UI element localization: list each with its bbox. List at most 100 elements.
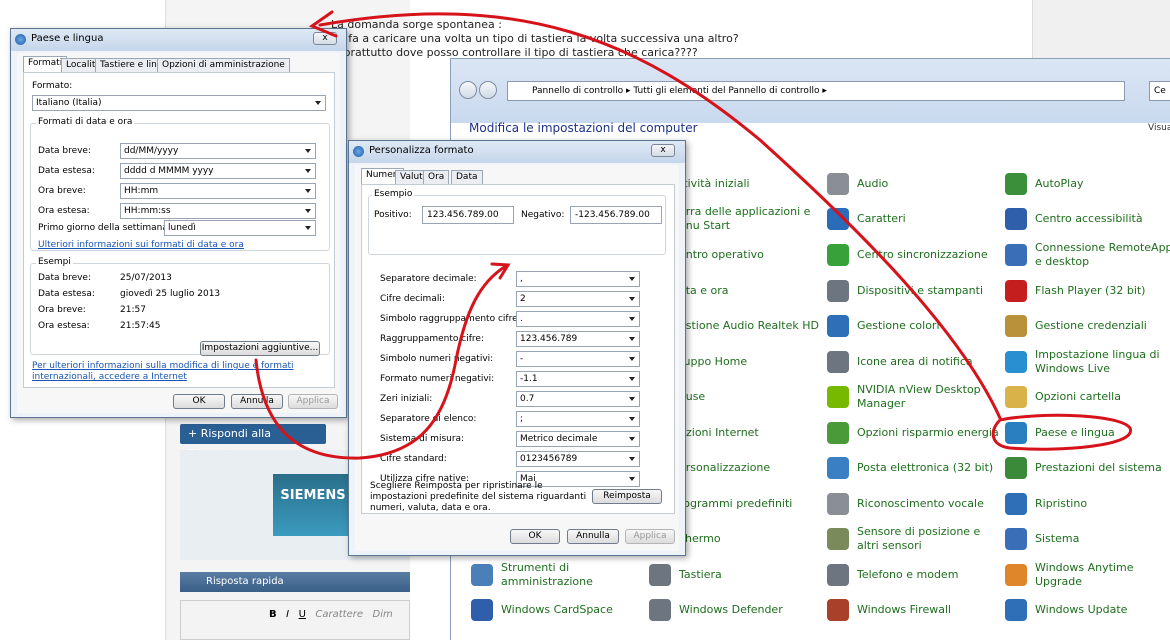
quick-reply-header[interactable]: Risposta rapida	[180, 572, 410, 592]
format-select[interactable]: ,	[516, 271, 640, 287]
control-panel-item[interactable]: Gestione colori	[827, 309, 999, 343]
control-panel-item[interactable]: Tastiera	[649, 558, 821, 592]
control-panel-item[interactable]: Windows Anytime Upgrade	[1005, 558, 1170, 592]
control-panel-item[interactable]: Gestione credenziali	[1005, 309, 1170, 343]
control-panel-item[interactable]: Paese e lingua	[1005, 416, 1170, 450]
format-label: Formato:	[32, 81, 73, 91]
control-panel-item[interactable]: Centro accessibilità	[1005, 202, 1170, 236]
close-button[interactable]: x	[313, 32, 337, 45]
siemens-logo[interactable]: SIEMENS	[273, 474, 353, 536]
bold-button[interactable]: B	[269, 609, 277, 620]
close-button[interactable]: x	[651, 144, 675, 157]
breadcrumb-item[interactable]: Tutti gli elementi del Pannello di contr…	[633, 86, 819, 96]
example-value: 25/07/2013	[120, 273, 172, 283]
internet-info-link[interactable]: Per ulteriori informazioni sulla modific…	[32, 361, 322, 383]
control-panel-item[interactable]: Riconoscimento vocale	[827, 487, 999, 521]
additional-settings-button[interactable]: Impostazioni aggiuntive...	[200, 341, 320, 356]
format-select[interactable]: ;	[516, 411, 640, 427]
control-panel-item[interactable]: Flash Player (32 bit)	[1005, 274, 1170, 308]
system-icon	[1005, 528, 1027, 550]
select-value: 123.456.789	[520, 334, 578, 344]
control-panel-item[interactable]: Opzioni risparmio energia	[827, 416, 999, 450]
control-panel-item[interactable]: Windows Update	[1005, 593, 1170, 627]
firewall-icon	[827, 599, 849, 621]
control-panel-item[interactable]: Centro sincronizzazione	[827, 238, 999, 272]
control-panel-item[interactable]: Impostazione lingua di Windows Live	[1005, 345, 1170, 379]
control-panel-item[interactable]: Audio	[827, 167, 999, 201]
format-select[interactable]: 0123456789	[516, 451, 640, 467]
format-select[interactable]: .	[516, 311, 640, 327]
ok-button[interactable]: OK	[173, 394, 225, 409]
forward-button[interactable]	[479, 81, 497, 99]
size-select[interactable]: Dim	[373, 609, 393, 620]
ok-button[interactable]: OK	[510, 529, 560, 544]
row-label: Primo giorno della settimana:	[38, 223, 171, 233]
cancel-button[interactable]: Annulla	[231, 394, 283, 409]
breadcrumb-item[interactable]: Pannello di controllo	[532, 86, 623, 96]
control-panel-item[interactable]: Opzioni cartella	[1005, 380, 1170, 414]
control-panel-item[interactable]: Windows CardSpace	[471, 593, 643, 627]
control-panel-item-label: Tastiera	[679, 568, 722, 581]
reset-button[interactable]: Reimposta	[592, 489, 662, 504]
first-day-select[interactable]: lunedì	[164, 220, 316, 236]
format-select[interactable]: dd/MM/yyyy	[120, 143, 316, 159]
control-panel-item[interactable]: NVIDIA nView Desktop Manager	[827, 380, 999, 414]
control-panel-item[interactable]: Caratteri	[827, 202, 999, 236]
control-panel-item[interactable]: Sistema	[1005, 522, 1170, 556]
control-panel-item[interactable]: Windows Firewall	[827, 593, 999, 627]
italic-button[interactable]: I	[286, 609, 289, 620]
control-panel-item[interactable]: Posta elettronica (32 bit)	[827, 451, 999, 485]
format-select[interactable]: -1.1	[516, 371, 640, 387]
reply-to-discussion-button[interactable]: + Rispondi alla Discussione	[180, 424, 326, 460]
address-bar[interactable]: Pannello di controllo ▸ Tutti gli elemen…	[507, 81, 1125, 101]
tab-data[interactable]: Data	[451, 170, 483, 184]
format-select[interactable]: dddd d MMMM yyyy	[120, 163, 316, 179]
format-select[interactable]: Italiano (Italia)	[32, 95, 326, 111]
underline-button[interactable]: U	[299, 609, 306, 620]
search-input[interactable]: Ce	[1149, 81, 1170, 101]
format-select[interactable]: -	[516, 351, 640, 367]
update-icon	[1005, 599, 1027, 621]
control-panel-item[interactable]: Ripristino	[1005, 487, 1170, 521]
phone-icon	[827, 564, 849, 586]
control-panel-item[interactable]: Icone area di notifica	[827, 345, 999, 379]
cancel-button[interactable]: Annulla	[567, 529, 619, 544]
apply-button[interactable]: Applica	[288, 394, 338, 409]
view-by-label[interactable]: Visual	[1148, 123, 1170, 133]
apply-button[interactable]: Applica	[625, 529, 675, 544]
control-panel-item-label: Dispositivi e stampanti	[857, 284, 984, 297]
credentials-icon	[1005, 315, 1027, 337]
control-panel-item-label: Telefono e modem	[857, 568, 959, 581]
control-panel-item[interactable]: Strumenti di amministrazione	[471, 558, 643, 592]
tab-ora[interactable]: Ora	[423, 170, 450, 184]
control-panel-item-label: Windows Anytime Upgrade	[1035, 561, 1134, 588]
region-icon	[1005, 422, 1027, 444]
control-panel-item-label: NVIDIA nView Desktop Manager	[857, 383, 981, 410]
format-select[interactable]: 2	[516, 291, 640, 307]
more-info-link[interactable]: Ulteriori informazioni sui formati di da…	[38, 240, 244, 251]
format-select[interactable]: 0.7	[516, 391, 640, 407]
control-panel-item[interactable]: Dispositivi e stampanti	[827, 274, 999, 308]
format-select[interactable]: 123.456.789	[516, 331, 640, 347]
control-panel-item[interactable]: AutoPlay	[1005, 167, 1170, 201]
control-panel-item-label: Windows Defender	[679, 603, 783, 616]
remoteapp-icon	[1005, 244, 1027, 266]
tab-opzioni-amministrazione[interactable]: Opzioni di amministrazione	[157, 58, 290, 72]
audio-icon	[827, 173, 849, 195]
control-panel-item[interactable]: Connessione RemoteApp e desktop	[1005, 238, 1170, 272]
format-select[interactable]: Metrico decimale	[516, 431, 640, 447]
format-select[interactable]: HH:mm	[120, 183, 316, 199]
control-panel-item[interactable]: Windows Defender	[649, 593, 821, 627]
control-panel-item[interactable]: Telefono e modem	[827, 558, 999, 592]
numeri-panel: Esempio Positivo: 123.456.789.00 Negativ…	[361, 184, 675, 514]
font-select[interactable]: Carattere	[315, 609, 363, 620]
format-select[interactable]: HH:mm:ss	[120, 203, 316, 219]
back-button[interactable]	[459, 81, 477, 99]
control-panel-item-label: Windows CardSpace	[501, 603, 613, 616]
control-panel-item[interactable]: Sensore di posizione e altri sensori	[827, 522, 999, 556]
negative-example: -123.456.789.00	[570, 206, 662, 224]
chevron-down-icon	[305, 209, 311, 213]
control-panel-item[interactable]: Prestazioni del sistema	[1005, 451, 1170, 485]
select-value: ,	[520, 274, 523, 284]
control-panel-item-label: Sensore di posizione e altri sensori	[857, 525, 981, 552]
